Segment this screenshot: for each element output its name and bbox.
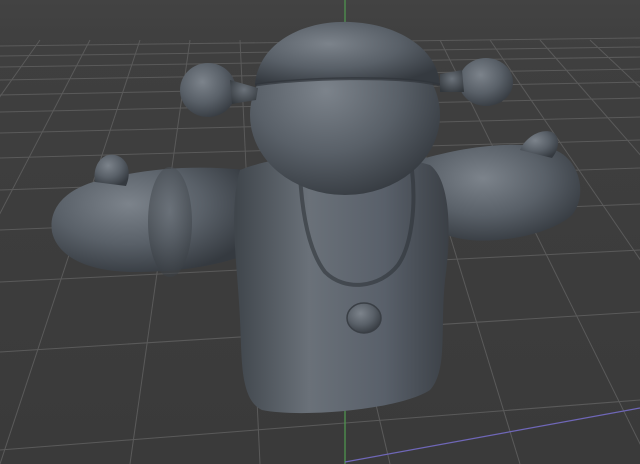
hair [255, 21, 440, 85]
button [346, 302, 382, 334]
clay-character-model[interactable] [51, 21, 581, 414]
x-axis-line [344, 407, 640, 463]
left-pigtail [180, 63, 236, 117]
left-cuff [148, 167, 192, 277]
3d-viewport[interactable] [0, 0, 640, 464]
right-pigtail-tie [440, 70, 464, 92]
viewport-canvas[interactable] [0, 0, 640, 464]
left-thumb [94, 154, 129, 186]
right-pigtail [459, 58, 513, 106]
